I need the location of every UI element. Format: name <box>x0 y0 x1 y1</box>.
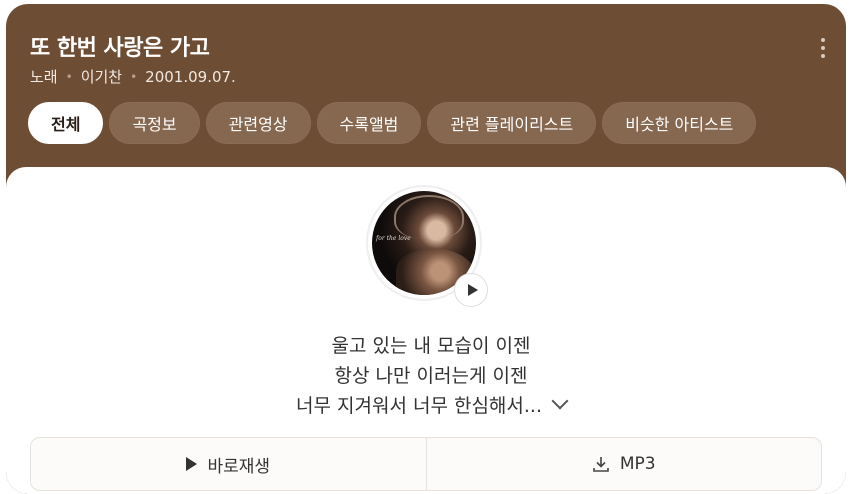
download-icon <box>593 457 609 472</box>
more-vert-icon[interactable] <box>820 38 826 58</box>
release-date: 2001.09.07. <box>145 67 236 86</box>
lyrics-line: 너무 지겨워서 너무 한심해서... <box>296 395 542 417</box>
play-now-label: 바로재생 <box>207 456 271 477</box>
tab-song-info[interactable]: 곡정보 <box>109 102 200 144</box>
play-now-button[interactable]: 바로재생 <box>31 438 426 490</box>
song-meta: 노래 • 이기찬 • 2001.09.07. <box>30 66 236 87</box>
content-panel: for the love 울고 있는 내 모습이 이젠 항상 나만 이러는게 이… <box>6 167 846 494</box>
action-bar: 바로재생 MP3 <box>30 437 822 491</box>
lyrics-line: 항상 나만 이러는게 이젠 <box>334 365 528 387</box>
album-art[interactable]: for the love <box>368 187 488 307</box>
artist-link[interactable]: 이기찬 <box>81 66 122 87</box>
song-title[interactable]: 또 한번 사랑은 가고 <box>30 30 210 62</box>
play-icon[interactable] <box>454 273 488 307</box>
tab-related-playlists[interactable]: 관련 플레이리스트 <box>427 102 597 144</box>
lyrics-line: 울고 있는 내 모습이 이젠 <box>331 335 531 357</box>
lyrics-preview: 울고 있는 내 모습이 이젠 항상 나만 이러는게 이젠 너무 지겨워서 너무 … <box>6 331 846 421</box>
song-type: 노래 <box>30 68 58 86</box>
mp3-label: MP3 <box>619 454 656 474</box>
tab-related-videos[interactable]: 관련영상 <box>205 102 311 144</box>
play-icon <box>186 457 198 471</box>
chevron-down-icon[interactable] <box>551 392 569 410</box>
separator-dot: • <box>65 69 73 84</box>
tab-bar: 전체 곡정보 관련영상 수록앨범 관련 플레이리스트 비슷한 아티스트 <box>28 102 762 144</box>
separator-dot: • <box>130 69 138 84</box>
tab-albums[interactable]: 수록앨범 <box>316 102 422 144</box>
lyrics-line-expand[interactable]: 너무 지겨워서 너무 한심해서... <box>6 391 846 421</box>
tab-similar-artists[interactable]: 비슷한 아티스트 <box>602 102 757 144</box>
tab-all[interactable]: 전체 <box>28 102 104 144</box>
mp3-download-button[interactable]: MP3 <box>425 438 822 490</box>
song-card: 또 한번 사랑은 가고 노래 • 이기찬 • 2001.09.07. 전체 곡정… <box>6 4 846 494</box>
